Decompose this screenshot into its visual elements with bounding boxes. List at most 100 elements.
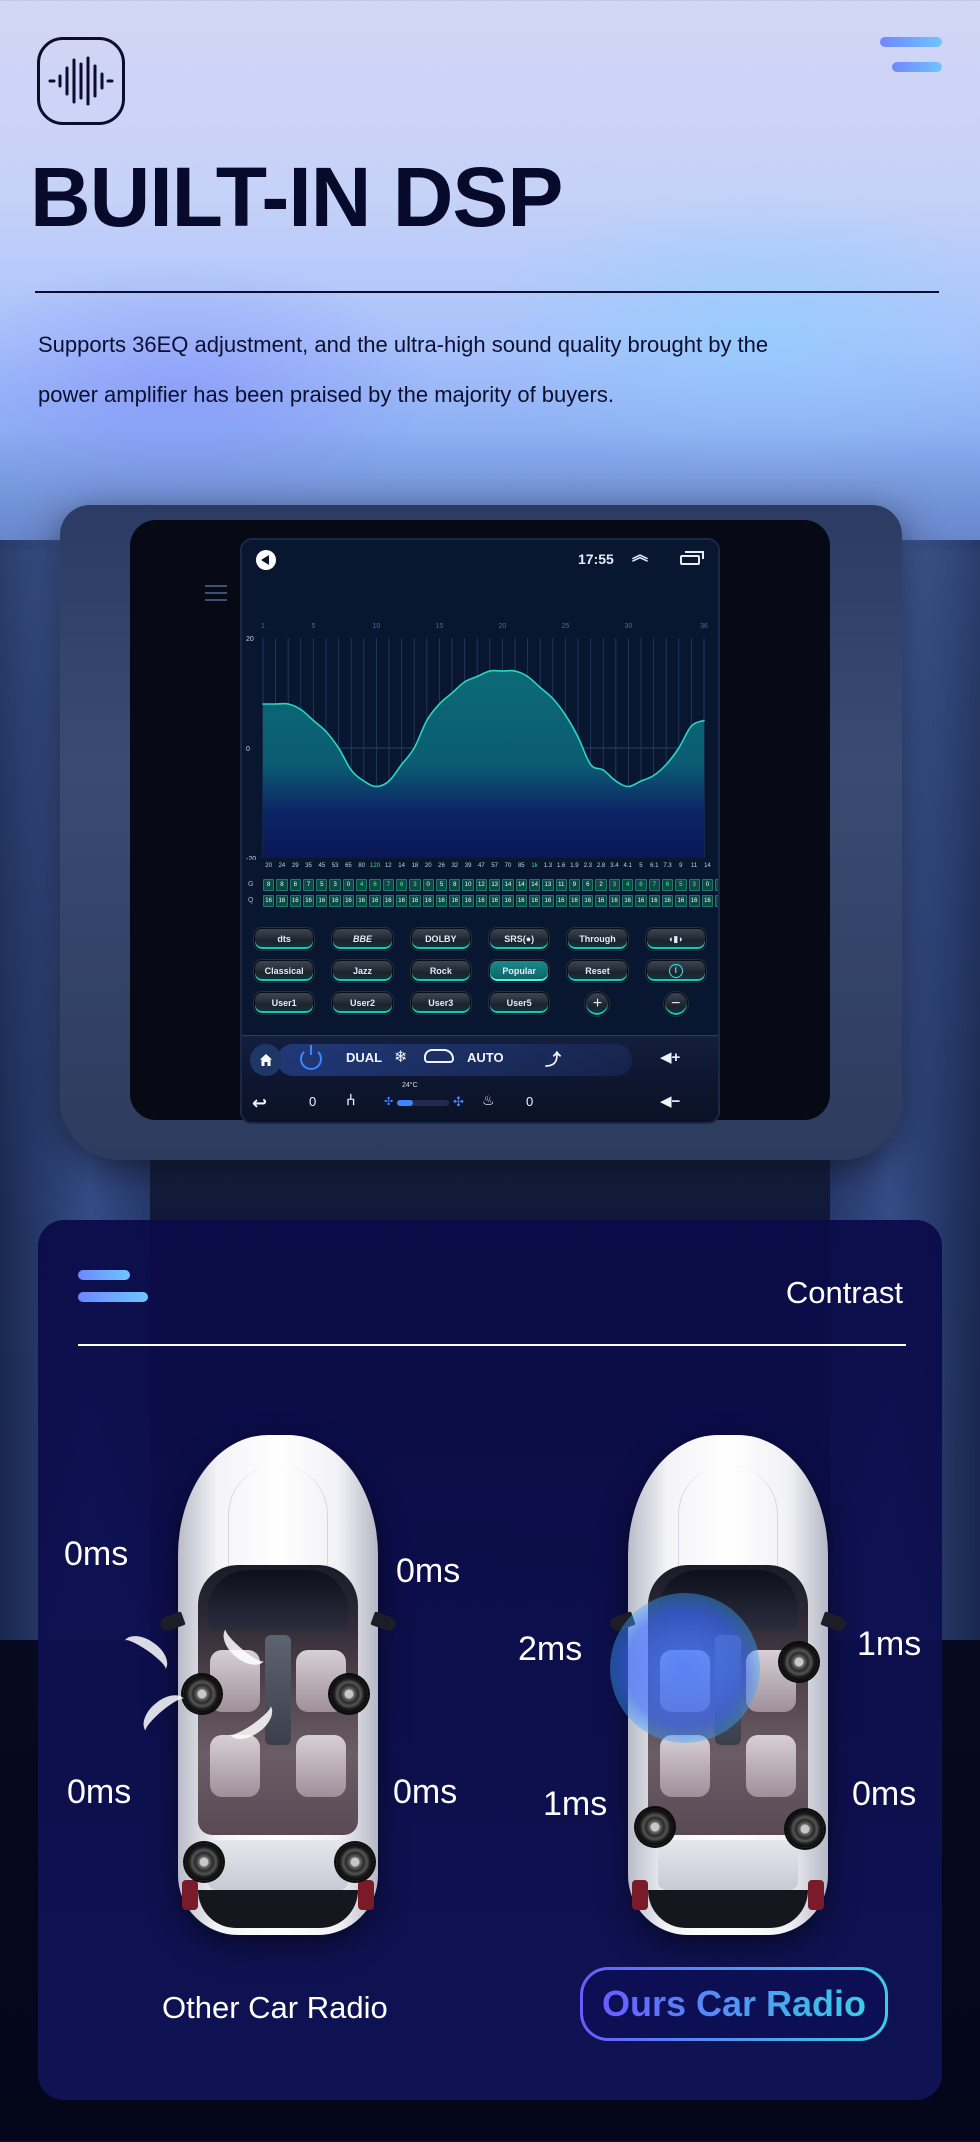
eq-band-point[interactable]: [413, 747, 415, 749]
seat-heat-icon[interactable]: ♨: [482, 1092, 495, 1109]
gain-cell[interactable]: 8: [289, 879, 301, 891]
q-cell[interactable]: 16: [502, 895, 514, 907]
minus-button[interactable]: −: [663, 992, 688, 1016]
eq-band-point[interactable]: [300, 708, 302, 711]
q-cell[interactable]: 16: [409, 895, 421, 907]
q-cell[interactable]: 16: [528, 895, 541, 907]
gain-cell[interactable]: 10: [462, 879, 474, 891]
q-cell[interactable]: 16: [289, 895, 301, 907]
eq-band-point[interactable]: [274, 703, 277, 705]
eq-chart[interactable]: 1 5 10 15 20 25 30 36 200-20: [242, 600, 718, 860]
gain-cell[interactable]: 4: [622, 879, 634, 891]
eq-band-point[interactable]: [577, 736, 579, 738]
dual-button[interactable]: DUAL: [346, 1050, 382, 1065]
eq-band-point[interactable]: [526, 675, 529, 678]
gain-cell[interactable]: 14: [528, 879, 541, 891]
eq-band-point[interactable]: [703, 719, 705, 722]
gain-cell[interactable]: 6: [395, 879, 408, 891]
volume-up-icon[interactable]: ◀+: [660, 1048, 680, 1066]
eq-band-point[interactable]: [552, 697, 554, 700]
preset-classical-button[interactable]: Classical: [254, 960, 315, 982]
eq-band-point[interactable]: [564, 714, 567, 716]
user2-button[interactable]: User2: [332, 992, 393, 1014]
q-cell[interactable]: 16: [635, 895, 647, 907]
eq-band-point[interactable]: [514, 670, 516, 672]
eq-band-point[interactable]: [287, 703, 289, 705]
eq-band-point[interactable]: [602, 769, 604, 771]
eq-band-point[interactable]: [652, 774, 655, 777]
gain-cell[interactable]: 8: [449, 879, 461, 891]
q-cell[interactable]: 16: [263, 895, 275, 907]
q-cell[interactable]: 16: [422, 895, 434, 907]
q-cell[interactable]: 16: [369, 895, 381, 907]
gain-cell[interactable]: 5: [675, 879, 687, 891]
gain-cell[interactable]: 12: [475, 879, 488, 891]
user3-button[interactable]: User3: [410, 992, 471, 1014]
preset-jazz-button[interactable]: Jazz: [332, 960, 393, 982]
eq-band-point[interactable]: [690, 725, 693, 727]
eq-band-point[interactable]: [451, 692, 453, 694]
q-cell[interactable]: 16: [395, 895, 408, 907]
q-cell[interactable]: 16: [342, 895, 355, 907]
q-cell[interactable]: 16: [715, 895, 718, 907]
gain-cell[interactable]: 6: [582, 879, 594, 891]
gain-cell[interactable]: 4: [356, 879, 368, 891]
q-cell[interactable]: 16: [648, 895, 660, 907]
preset-rock-button[interactable]: Rock: [410, 960, 471, 982]
eq-band-point[interactable]: [363, 780, 365, 782]
through-button[interactable]: Through: [567, 928, 628, 950]
q-cell[interactable]: 16: [449, 895, 461, 907]
eq-band-point[interactable]: [640, 780, 642, 782]
gain-cell[interactable]: 14: [502, 879, 514, 891]
q-cell[interactable]: 16: [661, 895, 674, 907]
q-cell[interactable]: 16: [382, 895, 394, 907]
q-cell[interactable]: 16: [675, 895, 687, 907]
eq-band-point[interactable]: [463, 681, 466, 683]
q-cell[interactable]: 16: [276, 895, 288, 907]
eq-band-point[interactable]: [615, 780, 617, 782]
bbe-button[interactable]: BBE: [332, 928, 393, 950]
q-cell[interactable]: 16: [316, 895, 328, 907]
q-cell[interactable]: 16: [475, 895, 488, 907]
menu-icon[interactable]: [880, 37, 942, 73]
eq-band-point[interactable]: [476, 675, 478, 678]
gain-cell[interactable]: 3: [608, 879, 621, 891]
eq-band-point[interactable]: [350, 769, 352, 771]
volume-down-icon[interactable]: ◀−: [660, 1092, 680, 1110]
q-cell[interactable]: 16: [582, 895, 594, 907]
gain-cell[interactable]: 5: [316, 879, 328, 891]
double-chevron-up-icon[interactable]: ︽: [632, 548, 648, 564]
srs-button[interactable]: SRS(●): [488, 928, 550, 950]
gain-cell[interactable]: 5: [435, 879, 448, 891]
eq-band-point[interactable]: [438, 703, 441, 705]
gain-cell[interactable]: 7: [302, 879, 315, 891]
eq-band-point[interactable]: [627, 785, 630, 788]
eq-band-point[interactable]: [489, 670, 491, 672]
gain-cell[interactable]: 9: [568, 879, 581, 891]
eq-band-point[interactable]: [375, 785, 378, 788]
snowflake-icon[interactable]: ❄: [394, 1047, 407, 1067]
q-cell[interactable]: 16: [515, 895, 527, 907]
power-icon[interactable]: [300, 1045, 322, 1070]
eq-band-point[interactable]: [388, 780, 390, 782]
dolby-button[interactable]: DOLBY: [410, 928, 471, 950]
recent-apps-icon[interactable]: [680, 551, 704, 565]
q-cell[interactable]: 16: [489, 895, 501, 907]
gain-cell[interactable]: 11: [555, 879, 567, 891]
gain-cell[interactable]: 0: [422, 879, 434, 891]
gain-cell[interactable]: 6: [369, 879, 381, 891]
gain-cell[interactable]: 2: [595, 879, 607, 891]
seat-icon[interactable]: ⑃: [346, 1092, 356, 1110]
back-icon[interactable]: [256, 550, 276, 570]
q-cell[interactable]: 16: [555, 895, 567, 907]
eq-band-point[interactable]: [400, 763, 403, 766]
eq-band-point[interactable]: [325, 730, 327, 733]
plus-button[interactable]: +: [585, 992, 610, 1016]
user1-button[interactable]: User1: [254, 992, 315, 1014]
q-cell[interactable]: 16: [462, 895, 474, 907]
eq-band-point[interactable]: [501, 670, 504, 672]
q-cell[interactable]: 16: [542, 895, 554, 907]
gain-cell[interactable]: 6: [635, 879, 647, 891]
gain-cell[interactable]: 14: [515, 879, 527, 891]
eq-band-point[interactable]: [312, 719, 315, 722]
